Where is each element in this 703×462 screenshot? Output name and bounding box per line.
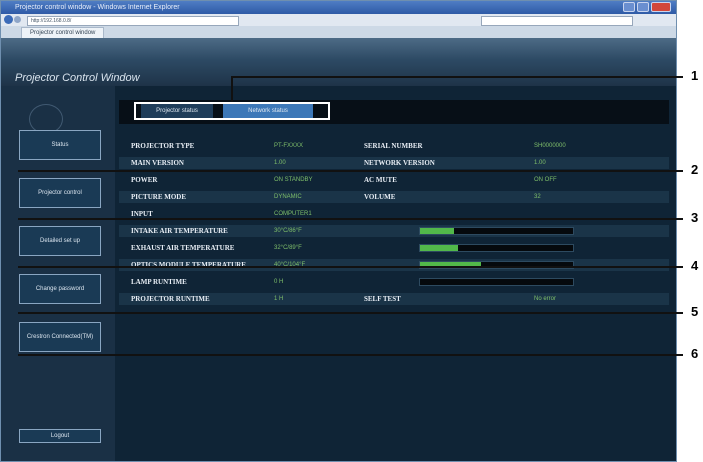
status-label: SELF TEST xyxy=(364,295,401,303)
search-input[interactable] xyxy=(481,16,633,26)
sidebar-item-projector-control[interactable]: Projector control xyxy=(19,178,101,208)
callout-number-2: 2 xyxy=(691,162,699,177)
table-row: PROJECTOR TYPE PT-FXXXX SERIAL NUMBER SH000… xyxy=(119,140,669,152)
browser-tab-label: Projector control window xyxy=(30,30,96,36)
status-label: VOLUME xyxy=(364,193,396,201)
status-label: EXHAUST AIR TEMPERATURE xyxy=(131,244,235,252)
sidebar-item-label: Crestron Connected(TM) xyxy=(26,333,94,340)
status-value: 1.00 xyxy=(534,160,546,166)
status-label: SERIAL NUMBER xyxy=(364,142,423,150)
app-header: Projector Control Window xyxy=(1,38,676,86)
callout-leader-4 xyxy=(18,266,683,268)
temperature-bar-fill xyxy=(420,228,454,234)
forward-icon[interactable] xyxy=(14,16,21,23)
status-label: INTAKE AIR TEMPERATURE xyxy=(131,227,228,235)
table-row: MAIN VERSION 1.00 NETWORK VERSION 1.00 xyxy=(119,157,669,169)
callout-number-1: 1 xyxy=(691,68,699,83)
status-value: DYNAMIC xyxy=(274,194,302,200)
browser-title: Projector control window - Windows Inter… xyxy=(15,4,180,11)
status-label: PICTURE MODE xyxy=(131,193,187,201)
status-value: ON STANDBY xyxy=(274,177,313,183)
browser-titlebar: Projector control window - Windows Inter… xyxy=(1,1,676,14)
status-label: PROJECTOR RUNTIME xyxy=(131,295,210,303)
callout-leader-1 xyxy=(231,76,683,78)
status-label: PROJECTOR TYPE xyxy=(131,142,195,150)
table-row: POWER ON STANDBY AC MUTE ON OFF xyxy=(119,174,669,186)
status-value: SH0000000 xyxy=(534,143,566,149)
status-label: OPTICS MODULE TEMPERATURE xyxy=(131,261,246,269)
table-row: EXHAUST AIR TEMPERATURE 32°C/89°F xyxy=(119,242,669,254)
table-row: PROJECTOR RUNTIME 1 H SELF TEST No error xyxy=(119,293,669,305)
callout-number-4: 4 xyxy=(691,258,699,273)
browser-tab-bar: Projector control window xyxy=(1,26,676,39)
status-label: MAIN VERSION xyxy=(131,159,184,167)
callout-leader-2 xyxy=(18,170,683,172)
address-input[interactable]: http://192.168.0.8/ xyxy=(27,16,239,26)
status-label: POWER xyxy=(131,176,158,184)
sidebar-item-label: Projector control xyxy=(38,189,82,196)
status-label: AC MUTE xyxy=(364,176,397,184)
status-value: 32°C/89°F xyxy=(274,245,302,251)
callout-leader-3 xyxy=(18,218,683,220)
maximize-button[interactable] xyxy=(637,2,649,12)
sidebar-item-crestron[interactable]: Crestron Connected(TM) xyxy=(19,322,101,352)
sidebar: Status Projector control Detailed set up… xyxy=(1,86,115,461)
minimize-button[interactable] xyxy=(623,2,635,12)
sidebar-item-change-password[interactable]: Change password xyxy=(19,274,101,304)
callout-leader-5 xyxy=(18,312,683,314)
logout-label: Logout xyxy=(50,433,70,439)
temperature-bar-fill xyxy=(420,245,459,251)
status-value: 1 H xyxy=(274,296,284,302)
back-icon[interactable] xyxy=(4,15,13,24)
table-row: OPTICS MODULE TEMPERATURE 40°C/104°F xyxy=(119,259,669,271)
status-value: No error xyxy=(534,296,557,302)
logout-button[interactable]: Logout xyxy=(19,429,101,443)
table-row: PICTURE MODE DYNAMIC VOLUME 32 xyxy=(119,191,669,203)
sidebar-item-detailed-set-up[interactable]: Detailed set up xyxy=(19,226,101,256)
temperature-bar xyxy=(419,227,574,235)
app-title: Projector Control Window xyxy=(15,72,140,84)
callout-number-3: 3 xyxy=(691,210,699,225)
callout-number-6: 6 xyxy=(691,346,699,361)
tab-highlight-frame xyxy=(134,102,330,120)
callout-number-5: 5 xyxy=(691,304,699,319)
status-value: ON OFF xyxy=(534,177,557,183)
table-row: INTAKE AIR TEMPERATURE 30°C/86°F xyxy=(119,225,669,237)
callout-leader-6 xyxy=(18,354,683,356)
temperature-bar xyxy=(419,244,574,252)
sidebar-item-label: Detailed set up xyxy=(39,237,81,244)
status-value: 0 H xyxy=(274,279,284,285)
close-button[interactable] xyxy=(651,2,671,12)
temperature-bar xyxy=(419,278,574,286)
status-value: PT-FXXXX xyxy=(274,143,304,149)
status-label: NETWORK VERSION xyxy=(364,159,435,167)
status-value: 1.00 xyxy=(274,160,286,166)
status-label: LAMP RUNTIME xyxy=(131,278,187,286)
status-value: 32 xyxy=(534,194,541,200)
status-value: 30°C/86°F xyxy=(274,228,302,234)
table-row: LAMP RUNTIME 0 H xyxy=(119,276,669,288)
sidebar-item-status[interactable]: Status xyxy=(19,130,101,160)
callout-leader-1-v xyxy=(231,76,233,102)
browser-window: Projector control window - Windows Inter… xyxy=(0,0,677,462)
sidebar-item-label: Change password xyxy=(35,285,85,292)
sidebar-item-label: Status xyxy=(51,141,69,148)
status-value: 40°C/104°F xyxy=(274,262,306,268)
